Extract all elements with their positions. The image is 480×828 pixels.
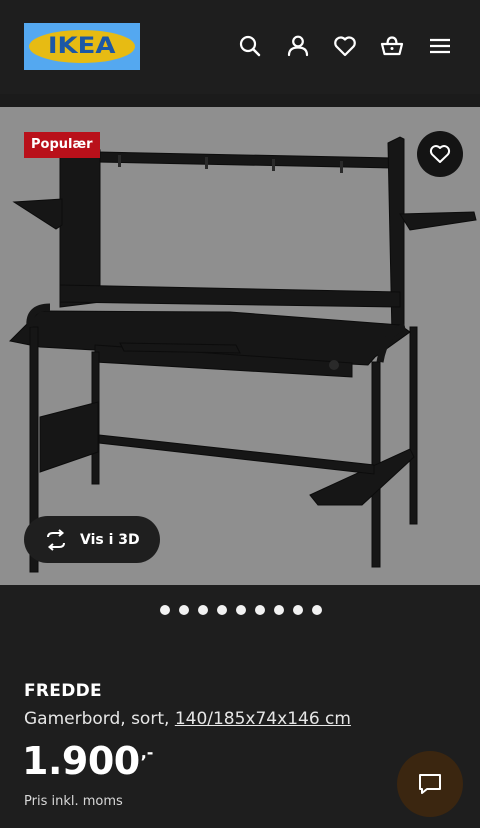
product-price: 1.900,- <box>22 739 153 783</box>
carousel-dot[interactable] <box>198 605 208 615</box>
carousel-dot[interactable] <box>293 605 303 615</box>
price-suffix: ,- <box>140 743 154 762</box>
product-name[interactable]: FREDDE <box>24 681 102 701</box>
search-icon[interactable] <box>237 33 263 59</box>
chat-button[interactable] <box>397 751 463 817</box>
header-divider <box>0 94 480 107</box>
heart-icon <box>429 145 451 163</box>
menu-icon[interactable] <box>427 33 453 59</box>
view-in-3d-label: Vis i 3D <box>80 531 140 548</box>
carousel-dot[interactable] <box>255 605 265 615</box>
header: IKEA <box>0 0 480 94</box>
product-image[interactable]: Populær Vis i 3D <box>0 107 480 585</box>
carousel-dot[interactable] <box>179 605 189 615</box>
gaming-desk-illustration <box>8 136 477 573</box>
rotate-3d-icon <box>47 528 65 551</box>
product-type: Gamerbord, sort, <box>24 709 170 729</box>
ikea-logo[interactable]: IKEA <box>24 23 140 70</box>
carousel-dot[interactable] <box>217 605 227 615</box>
product-description: Gamerbord, sort, 140/185x74x146 cm <box>24 709 351 729</box>
logo-oval: IKEA <box>29 30 135 63</box>
carousel-dot[interactable] <box>312 605 322 615</box>
vat-note: Pris inkl. moms <box>24 794 123 809</box>
carousel-dot[interactable] <box>160 605 170 615</box>
view-in-3d-button[interactable]: Vis i 3D <box>24 516 160 563</box>
add-to-favourites-button[interactable] <box>417 131 463 177</box>
user-icon[interactable] <box>285 33 311 59</box>
heart-icon[interactable] <box>332 33 358 59</box>
carousel-dot[interactable] <box>236 605 246 615</box>
price-amount: 1.900 <box>22 739 140 783</box>
logo-text: IKEA <box>48 34 116 59</box>
basket-icon[interactable] <box>379 33 405 59</box>
chat-icon <box>419 774 441 794</box>
carousel-indicator[interactable] <box>0 605 480 619</box>
popular-badge: Populær <box>24 132 100 158</box>
carousel-dot[interactable] <box>274 605 284 615</box>
product-dimensions-link[interactable]: 140/185x74x146 cm <box>175 709 351 729</box>
